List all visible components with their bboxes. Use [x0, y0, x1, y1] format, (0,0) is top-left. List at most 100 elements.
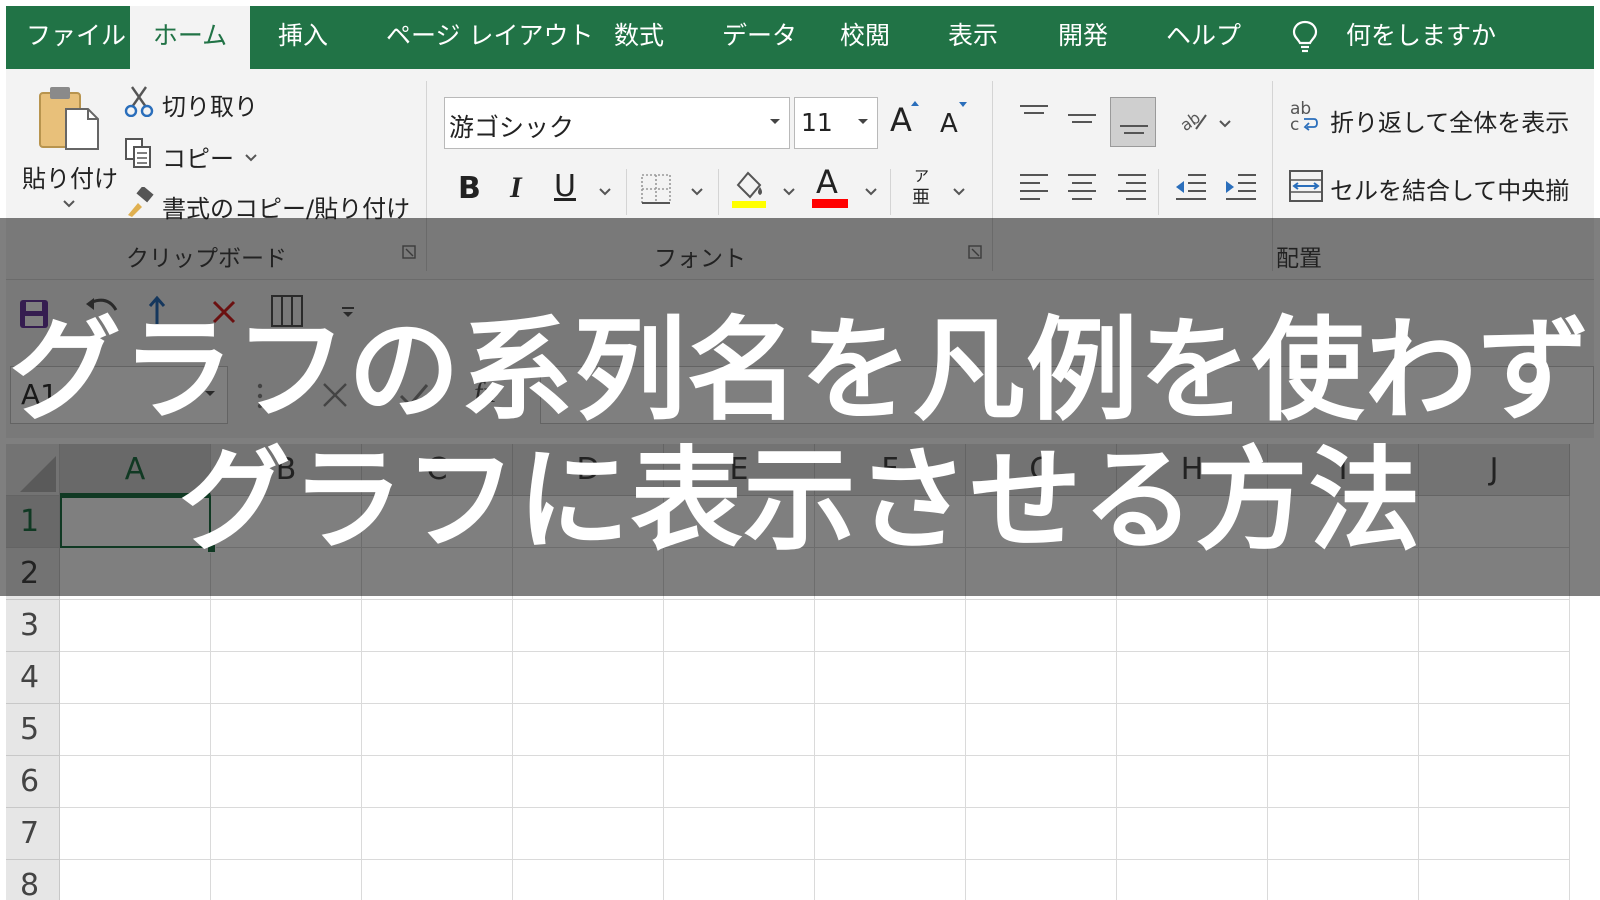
cell-d6[interactable] [513, 756, 664, 808]
cell-f5[interactable] [815, 704, 966, 756]
cell-d5[interactable] [513, 704, 664, 756]
cell-a6[interactable] [60, 756, 211, 808]
cell-i8[interactable] [1268, 860, 1419, 900]
scissors-icon[interactable] [124, 85, 154, 117]
cell-e3[interactable] [664, 600, 815, 652]
cell-c5[interactable] [362, 704, 513, 756]
row-header-3[interactable]: 3 [6, 600, 60, 652]
tell-me-search[interactable]: 何をしますか [1346, 6, 1496, 69]
tab-page-layout[interactable]: ページ レイアウト [386, 6, 593, 69]
grow-font-button[interactable]: A [890, 101, 912, 139]
cell-g6[interactable] [966, 756, 1117, 808]
cell-g5[interactable] [966, 704, 1117, 756]
cell-h5[interactable] [1117, 704, 1268, 756]
cell-h8[interactable] [1117, 860, 1268, 900]
cell-c3[interactable] [362, 600, 513, 652]
bold-button[interactable]: B [458, 171, 481, 206]
copy-button[interactable]: コピー [162, 139, 234, 174]
cell-e8[interactable] [664, 860, 815, 900]
cell-h7[interactable] [1117, 808, 1268, 860]
cut-button[interactable]: 切り取り [162, 87, 258, 122]
tab-insert[interactable]: 挿入 [278, 6, 328, 69]
cell-j8[interactable] [1419, 860, 1570, 900]
cell-a7[interactable] [60, 808, 211, 860]
cell-i5[interactable] [1268, 704, 1419, 756]
tab-help[interactable]: ヘルプ [1166, 6, 1241, 69]
paste-icon[interactable] [36, 83, 102, 153]
italic-button[interactable]: I [510, 171, 522, 205]
cell-c6[interactable] [362, 756, 513, 808]
chevron-down-icon[interactable] [690, 187, 704, 197]
cell-a4[interactable] [60, 652, 211, 704]
cell-a8[interactable] [60, 860, 211, 900]
tab-file[interactable]: ファイル [26, 6, 126, 69]
bottom-align-button[interactable] [1110, 97, 1156, 147]
shrink-font-button[interactable]: A [940, 109, 958, 139]
cell-d7[interactable] [513, 808, 664, 860]
cell-f7[interactable] [815, 808, 966, 860]
cell-j7[interactable] [1419, 808, 1570, 860]
cell-f6[interactable] [815, 756, 966, 808]
wrap-text-icon[interactable]: ab c [1288, 99, 1322, 135]
top-align-icon[interactable] [1018, 103, 1050, 123]
borders-icon[interactable] [640, 173, 672, 205]
tab-view[interactable]: 表示 [948, 6, 998, 69]
row-header-7[interactable]: 7 [6, 808, 60, 860]
cell-i6[interactable] [1268, 756, 1419, 808]
cell-c7[interactable] [362, 808, 513, 860]
cell-b8[interactable] [211, 860, 362, 900]
cell-b3[interactable] [211, 600, 362, 652]
decrease-indent-icon[interactable] [1174, 171, 1208, 203]
cell-b7[interactable] [211, 808, 362, 860]
lightbulb-icon[interactable] [1292, 20, 1318, 54]
cell-d4[interactable] [513, 652, 664, 704]
merge-center-button[interactable]: セルを結合して中央揃 [1330, 171, 1569, 206]
cell-e7[interactable] [664, 808, 815, 860]
cell-g3[interactable] [966, 600, 1117, 652]
row-header-4[interactable]: 4 [6, 652, 60, 704]
tab-data[interactable]: データ [722, 6, 797, 69]
cell-c8[interactable] [362, 860, 513, 900]
paste-button-label[interactable]: 貼り付け [22, 159, 118, 194]
cell-a3[interactable] [60, 600, 211, 652]
tab-home[interactable]: ホーム [130, 6, 250, 69]
middle-align-icon[interactable] [1066, 111, 1098, 131]
cell-g8[interactable] [966, 860, 1117, 900]
cell-g7[interactable] [966, 808, 1117, 860]
chevron-down-icon[interactable] [62, 199, 76, 209]
phonetic-guide-label-bottom[interactable]: 亜 [912, 183, 930, 209]
cell-j4[interactable] [1419, 652, 1570, 704]
caret-down-icon[interactable] [857, 118, 869, 126]
font-color-button[interactable]: A [816, 163, 838, 201]
orientation-icon[interactable]: ab [1178, 107, 1210, 135]
chevron-down-icon[interactable] [952, 187, 966, 197]
cell-j5[interactable] [1419, 704, 1570, 756]
cell-b5[interactable] [211, 704, 362, 756]
row-header-6[interactable]: 6 [6, 756, 60, 808]
font-size-dropdown[interactable]: 11 [794, 97, 878, 149]
merge-center-icon[interactable] [1288, 169, 1324, 203]
cell-b4[interactable] [211, 652, 362, 704]
underline-button[interactable]: U [554, 169, 576, 204]
chevron-down-icon[interactable] [1218, 119, 1232, 129]
cell-h3[interactable] [1117, 600, 1268, 652]
cell-d3[interactable] [513, 600, 664, 652]
cell-e6[interactable] [664, 756, 815, 808]
chevron-down-icon[interactable] [598, 187, 612, 197]
cell-j3[interactable] [1419, 600, 1570, 652]
cell-d8[interactable] [513, 860, 664, 900]
tab-review[interactable]: 校閲 [840, 6, 890, 69]
cell-f3[interactable] [815, 600, 966, 652]
cell-i4[interactable] [1268, 652, 1419, 704]
cell-a5[interactable] [60, 704, 211, 756]
cell-e5[interactable] [664, 704, 815, 756]
format-painter-icon[interactable] [124, 187, 156, 219]
copy-icon[interactable] [124, 137, 154, 169]
align-center-icon[interactable] [1066, 171, 1098, 203]
fill-color-icon[interactable] [730, 167, 766, 209]
cell-f4[interactable] [815, 652, 966, 704]
cell-b6[interactable] [211, 756, 362, 808]
tab-formulas[interactable]: 数式 [614, 6, 664, 69]
cell-c4[interactable] [362, 652, 513, 704]
caret-down-icon[interactable] [769, 118, 781, 126]
